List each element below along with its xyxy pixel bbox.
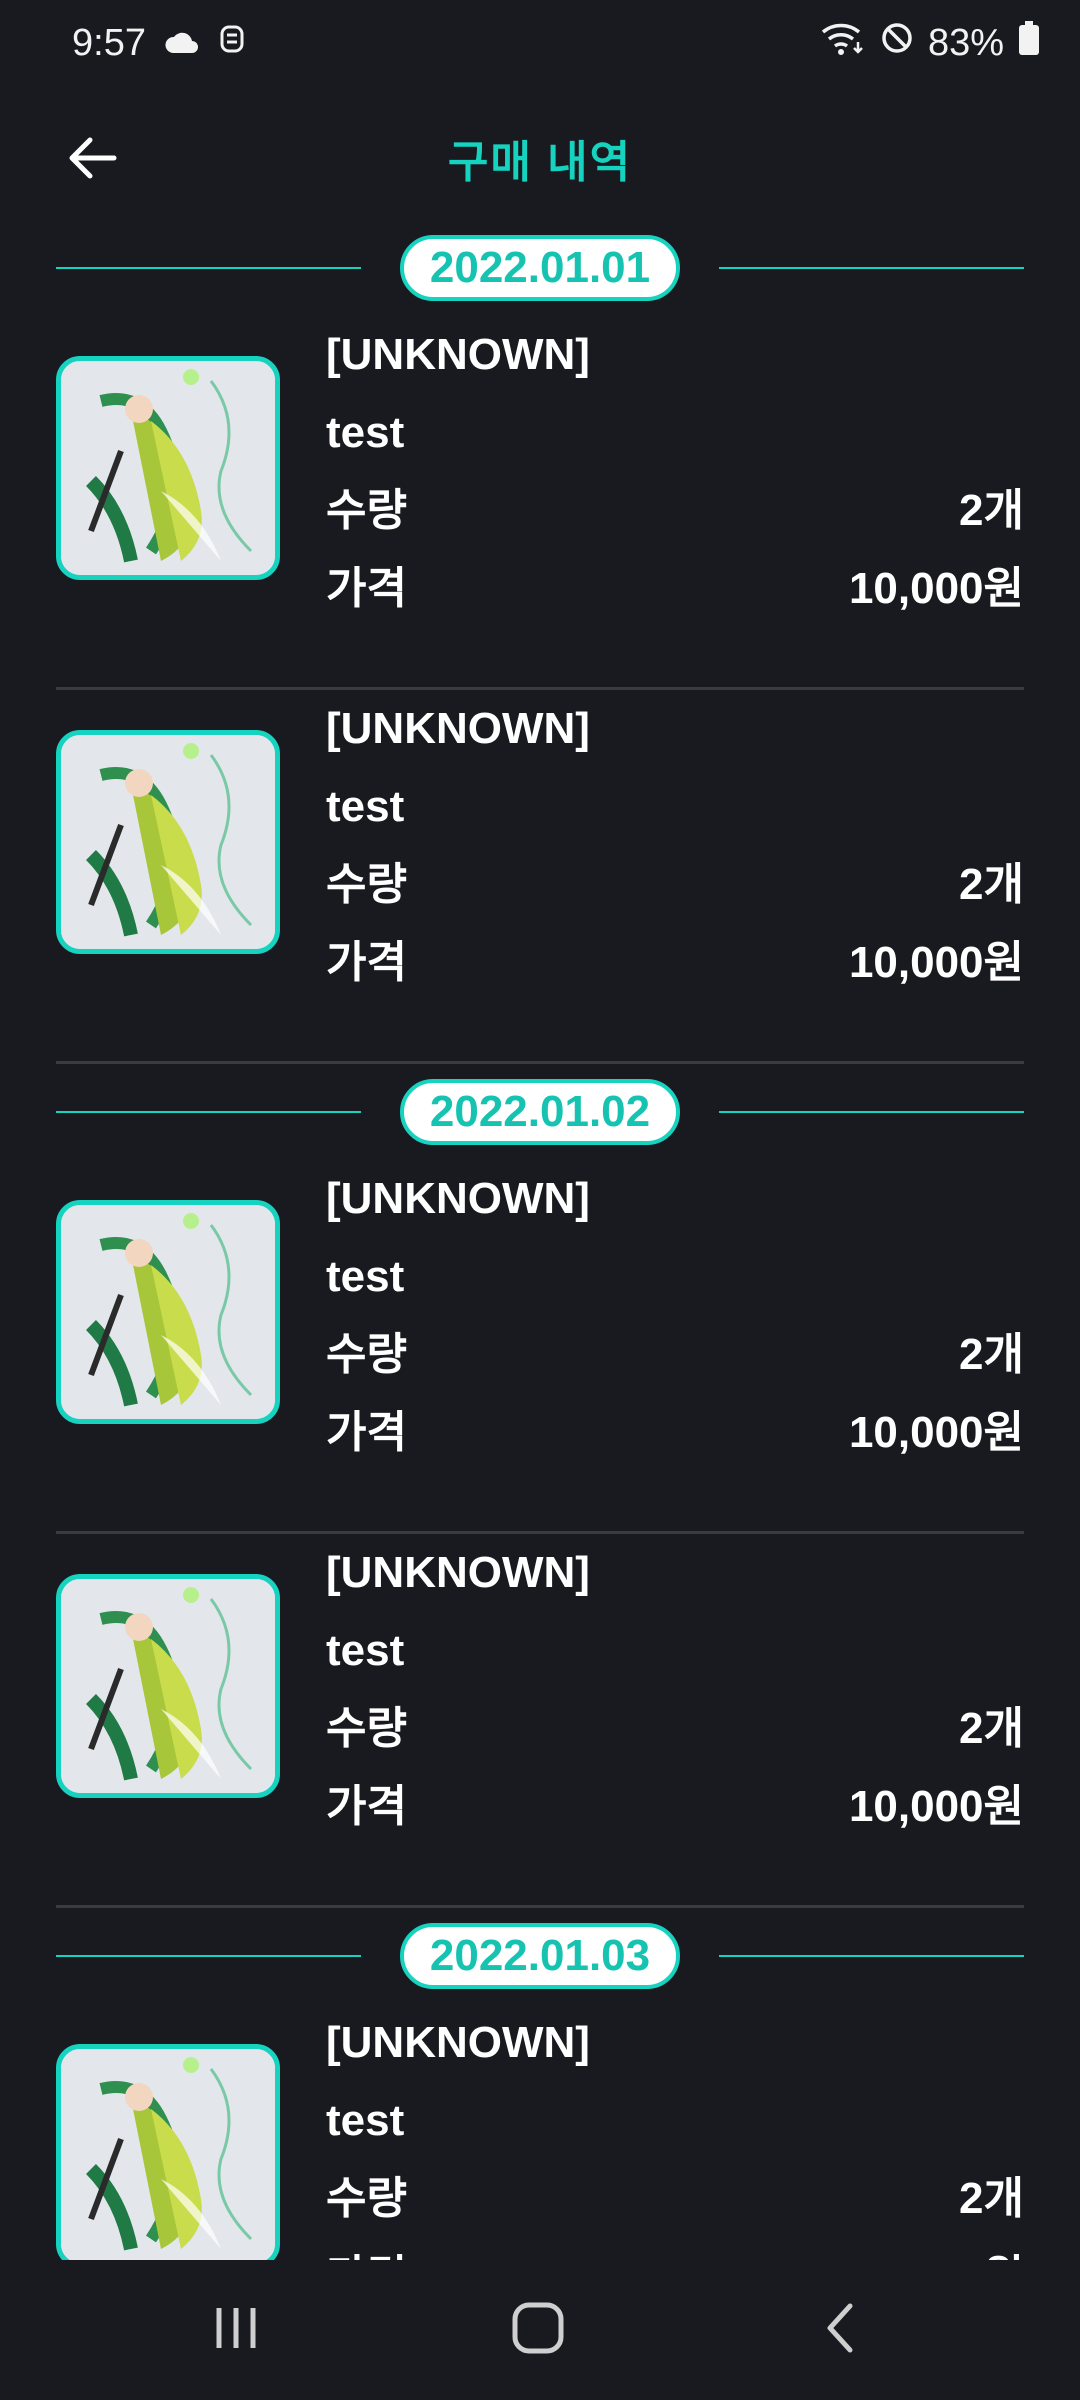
price-row: 가격 10,000원 (326, 1394, 1024, 1472)
quantity-value: 2개 (959, 1704, 1024, 1753)
quantity-value: 2개 (959, 1330, 1024, 1379)
price-label: 가격 (326, 938, 407, 987)
date-divider-line (719, 1111, 1024, 1113)
price-row: 가격 10,000원 (326, 924, 1024, 1002)
price-value: 10,000원 (848, 564, 1024, 613)
product-thumbnail (56, 356, 280, 580)
date-divider-line (719, 1955, 1024, 1957)
product-name: test (326, 2096, 405, 2145)
recents-button[interactable] (186, 2290, 286, 2370)
nav-back-button[interactable] (790, 2290, 890, 2370)
quantity-row: 수량 2개 (326, 2160, 1024, 2238)
date-badge: 2022.01.02 (400, 1079, 680, 1145)
price-label: 가격 (326, 564, 407, 613)
product-name: test (326, 1252, 405, 1301)
quantity-label: 수량 (326, 1330, 407, 1379)
product-thumbnail (56, 2044, 280, 2268)
price-row: 가격 10,000원 (326, 550, 1024, 628)
quantity-row: 수량 2개 (326, 1316, 1024, 1394)
date-badge: 2022.01.01 (400, 235, 680, 301)
page-title: 구매 내역 (447, 138, 633, 187)
status-bar: 9:57 83% (0, 0, 1080, 86)
quantity-value: 2개 (959, 860, 1024, 909)
quantity-label: 수량 (326, 2174, 407, 2223)
purchase-item[interactable]: [UNKNOWN] test 수량 2개가격 10,000원 (56, 1534, 1024, 1908)
quantity-row: 수량 2개 (326, 1690, 1024, 1768)
date-divider-line (56, 1111, 361, 1113)
quantity-value: 2개 (959, 2174, 1024, 2223)
product-brand: [UNKNOWN] (326, 330, 590, 379)
product-name: test (326, 1626, 405, 1675)
cloud-icon (164, 22, 200, 65)
price-row: 가격 10,000원 (326, 1768, 1024, 1846)
date-separator: 2022.01.02 (56, 1064, 1024, 1160)
product-thumbnail (56, 1200, 280, 1424)
quantity-label: 수량 (326, 860, 407, 909)
product-name: test (326, 408, 405, 457)
do-not-disturb-icon (880, 21, 914, 65)
home-button[interactable] (488, 2290, 588, 2370)
product-name: test (326, 782, 405, 831)
product-brand: [UNKNOWN] (326, 704, 590, 753)
quantity-label: 수량 (326, 486, 407, 535)
status-left: 9:57 (72, 21, 246, 65)
date-separator: 2022.01.03 (56, 1908, 1024, 2004)
system-navigation-bar (0, 2260, 1080, 2400)
purchase-history-list[interactable]: 2022.01.01 [UNKNOWN] test 수량 2개 가격 10,000원 [UNK… (56, 220, 1024, 2378)
purchase-item[interactable]: [UNKNOWN] test 수량 2개가격 10,000원 (56, 1160, 1024, 1534)
price-label: 가격 (326, 1782, 407, 1831)
price-label: 가격 (326, 1408, 407, 1457)
status-time: 9:57 (72, 21, 146, 64)
product-info: [UNKNOWN] test 수량 2개가격 10,000원 (326, 1534, 1024, 1846)
date-divider-line (56, 1955, 361, 1957)
home-icon (511, 2301, 565, 2360)
product-brand: [UNKNOWN] (326, 1174, 590, 1223)
price-value: 10,000원 (848, 938, 1024, 987)
app-notification-icon (218, 21, 246, 65)
date-badge: 2022.01.03 (400, 1923, 680, 1989)
date-separator: 2022.01.01 (56, 220, 1024, 316)
recents-icon (211, 2305, 261, 2356)
quantity-value: 2개 (959, 486, 1024, 535)
product-info: [UNKNOWN] test 수량 2개가격 10,000원 (326, 690, 1024, 1002)
product-info: [UNKNOWN] test 수량 2개가격 10,000원 (326, 316, 1024, 628)
purchase-item[interactable]: [UNKNOWN] test 수량 2개가격 10,000원 (56, 316, 1024, 690)
quantity-row: 수량 2개 (326, 846, 1024, 924)
quantity-label: 수량 (326, 1704, 407, 1753)
product-info: [UNKNOWN] test 수량 2개가격 10,000원 (326, 1160, 1024, 1472)
app-header: 구매 내역 (0, 106, 1080, 202)
chevron-left-icon (822, 2302, 858, 2359)
purchase-item[interactable]: [UNKNOWN] test 수량 2개가격 10,000원 (56, 690, 1024, 1064)
product-brand: [UNKNOWN] (326, 1548, 590, 1597)
product-thumbnail (56, 730, 280, 954)
battery-icon (1018, 20, 1040, 66)
date-divider-line (719, 267, 1024, 269)
quantity-row: 수량 2개 (326, 472, 1024, 550)
product-thumbnail (56, 1574, 280, 1798)
wifi-icon (820, 20, 866, 66)
battery-percent: 83% (927, 21, 1004, 64)
price-value: 10,000원 (848, 1408, 1024, 1457)
date-divider-line (56, 267, 361, 269)
price-value: 10,000원 (848, 1782, 1024, 1831)
product-brand: [UNKNOWN] (326, 2018, 590, 2067)
status-right: 83% (820, 20, 1040, 66)
